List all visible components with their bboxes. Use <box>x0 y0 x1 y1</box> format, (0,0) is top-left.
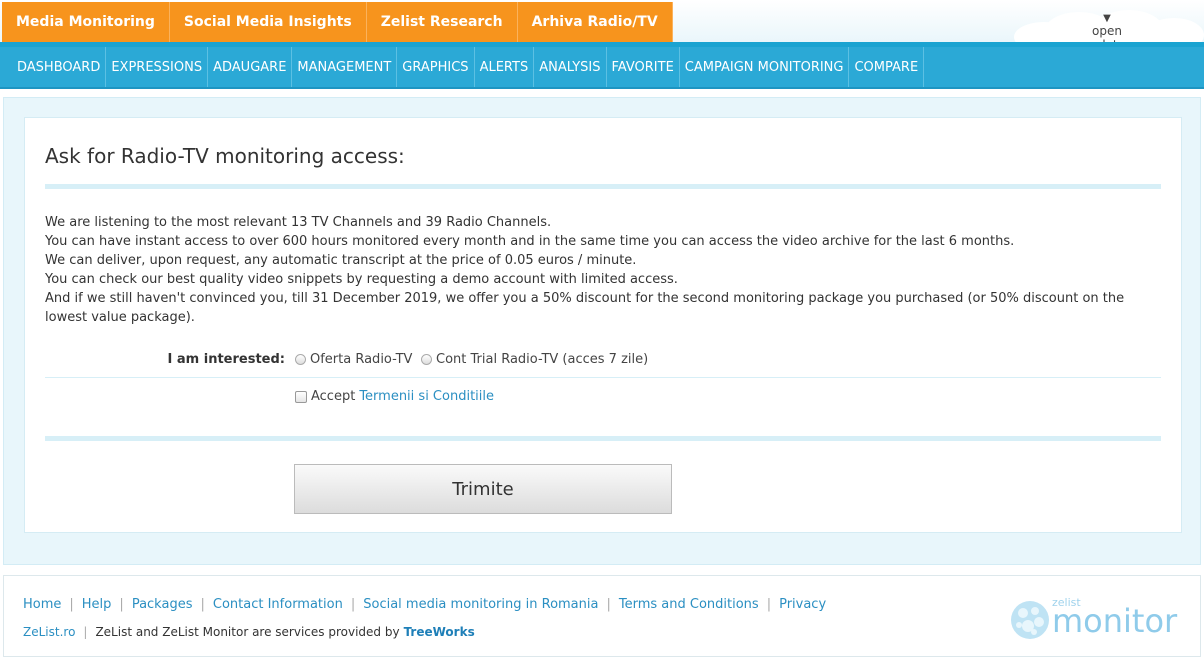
footer-link-social-monitoring[interactable]: Social media monitoring in Romania <box>363 597 598 612</box>
nav-adaugare[interactable]: ADAUGARE <box>208 47 293 87</box>
accept-terms-row: Accept Termenii si Conditiile <box>295 389 494 404</box>
footer: Home | Help | Packages | Contact Informa… <box>3 575 1201 657</box>
nav-campaign-monitoring[interactable]: CAMPAIGN MONITORING <box>680 47 850 87</box>
footer-links: Home | Help | Packages | Contact Informa… <box>23 597 826 612</box>
footer-link-packages[interactable]: Packages <box>132 597 193 612</box>
nav-favorite[interactable]: FAVORITE <box>607 47 680 87</box>
form-divider <box>45 436 1161 441</box>
footer-link-contact[interactable]: Contact Information <box>213 597 343 612</box>
logo-big-text: monitor <box>1052 602 1178 640</box>
footer-link-help[interactable]: Help <box>82 597 112 612</box>
tab-arhiva-radio-tv[interactable]: Arhiva Radio/TV <box>517 2 673 42</box>
radio-cont-trial[interactable]: Cont Trial Radio-TV (acces 7 zile) <box>421 352 648 367</box>
intro-line: We are listening to the most relevant 13… <box>45 215 552 230</box>
tab-media-monitoring[interactable]: Media Monitoring <box>2 2 170 42</box>
footer-link-privacy[interactable]: Privacy <box>779 597 826 612</box>
nav-management[interactable]: MANAGEMENT <box>292 47 398 87</box>
footer-link-home[interactable]: Home <box>23 597 61 612</box>
terms-link[interactable]: Termenii si Conditiile <box>359 389 494 404</box>
nav-expressions[interactable]: EXPRESSIONS <box>106 47 209 87</box>
accept-terms-checkbox[interactable] <box>295 390 307 403</box>
intro-line: And if we still haven't convinced you, t… <box>45 291 1125 325</box>
content-wrapper: Ask for Radio-TV monitoring access: We a… <box>3 97 1201 565</box>
radio-circle-icon[interactable] <box>421 354 432 365</box>
nav-graphics[interactable]: GRAPHICS <box>397 47 475 87</box>
radio-circle-icon[interactable] <box>295 354 306 365</box>
provided-by-text: ZeList and ZeList Monitor are services p… <box>95 625 400 639</box>
submit-button[interactable]: Trimite <box>294 464 672 514</box>
separator: | <box>83 625 88 639</box>
separator: | <box>766 597 772 612</box>
intro-line: You can have instant access to over 600 … <box>45 234 1015 249</box>
intro-text: We are listening to the most relevant 13… <box>45 213 1165 327</box>
treeworks-link[interactable]: TreeWorks <box>404 625 475 639</box>
nav-compare[interactable]: COMPARE <box>849 47 925 87</box>
radio-label: Cont Trial Radio-TV (acces 7 zile) <box>436 352 649 367</box>
page-title: Ask for Radio-TV monitoring access: <box>45 144 405 168</box>
separator: | <box>69 597 74 612</box>
interest-label: I am interested: <box>167 352 285 367</box>
separator: | <box>606 597 611 612</box>
radio-label: Oferta Radio-TV <box>310 352 413 367</box>
accept-label: Accept <box>311 389 356 404</box>
separator: | <box>350 597 356 612</box>
footer-link-terms[interactable]: Terms and Conditions <box>619 597 759 612</box>
separator: | <box>200 597 205 612</box>
top-bar: Media Monitoring Social Media Insights Z… <box>0 0 1204 52</box>
nav-dashboard[interactable]: DASHBOARD <box>12 47 107 87</box>
radio-oferta-radio-tv[interactable]: Oferta Radio-TV <box>295 352 412 367</box>
access-request-card: Ask for Radio-TV monitoring access: We a… <box>24 117 1182 533</box>
top-tabs: Media Monitoring Social Media Insights Z… <box>2 2 673 42</box>
tab-social-media-insights[interactable]: Social Media Insights <box>169 2 367 42</box>
nav-analysis[interactable]: ANALYSIS <box>534 47 607 87</box>
tab-zelist-research[interactable]: Zelist Research <box>366 2 518 42</box>
footer-link-zelist[interactable]: ZeList.ro <box>23 625 75 639</box>
footer-credits: ZeList.ro | ZeList and ZeList Monitor ar… <box>23 625 475 639</box>
separator: | <box>119 597 124 612</box>
nav-alerts[interactable]: ALERTS <box>475 47 535 87</box>
title-divider <box>45 184 1161 189</box>
intro-line: We can deliver, upon request, any automa… <box>45 253 637 268</box>
intro-line: You can check our best quality video sni… <box>45 272 678 287</box>
interest-row: I am interested: Oferta Radio-TV Cont Tr… <box>45 350 1161 378</box>
caret-down-icon: ▼ <box>1103 13 1111 24</box>
logo-ball-icon <box>1011 601 1049 639</box>
zelist-monitor-logo: zelist monitor <box>1010 594 1180 642</box>
main-nav: DASHBOARD EXPRESSIONS ADAUGARE MANAGEMEN… <box>0 47 1204 89</box>
